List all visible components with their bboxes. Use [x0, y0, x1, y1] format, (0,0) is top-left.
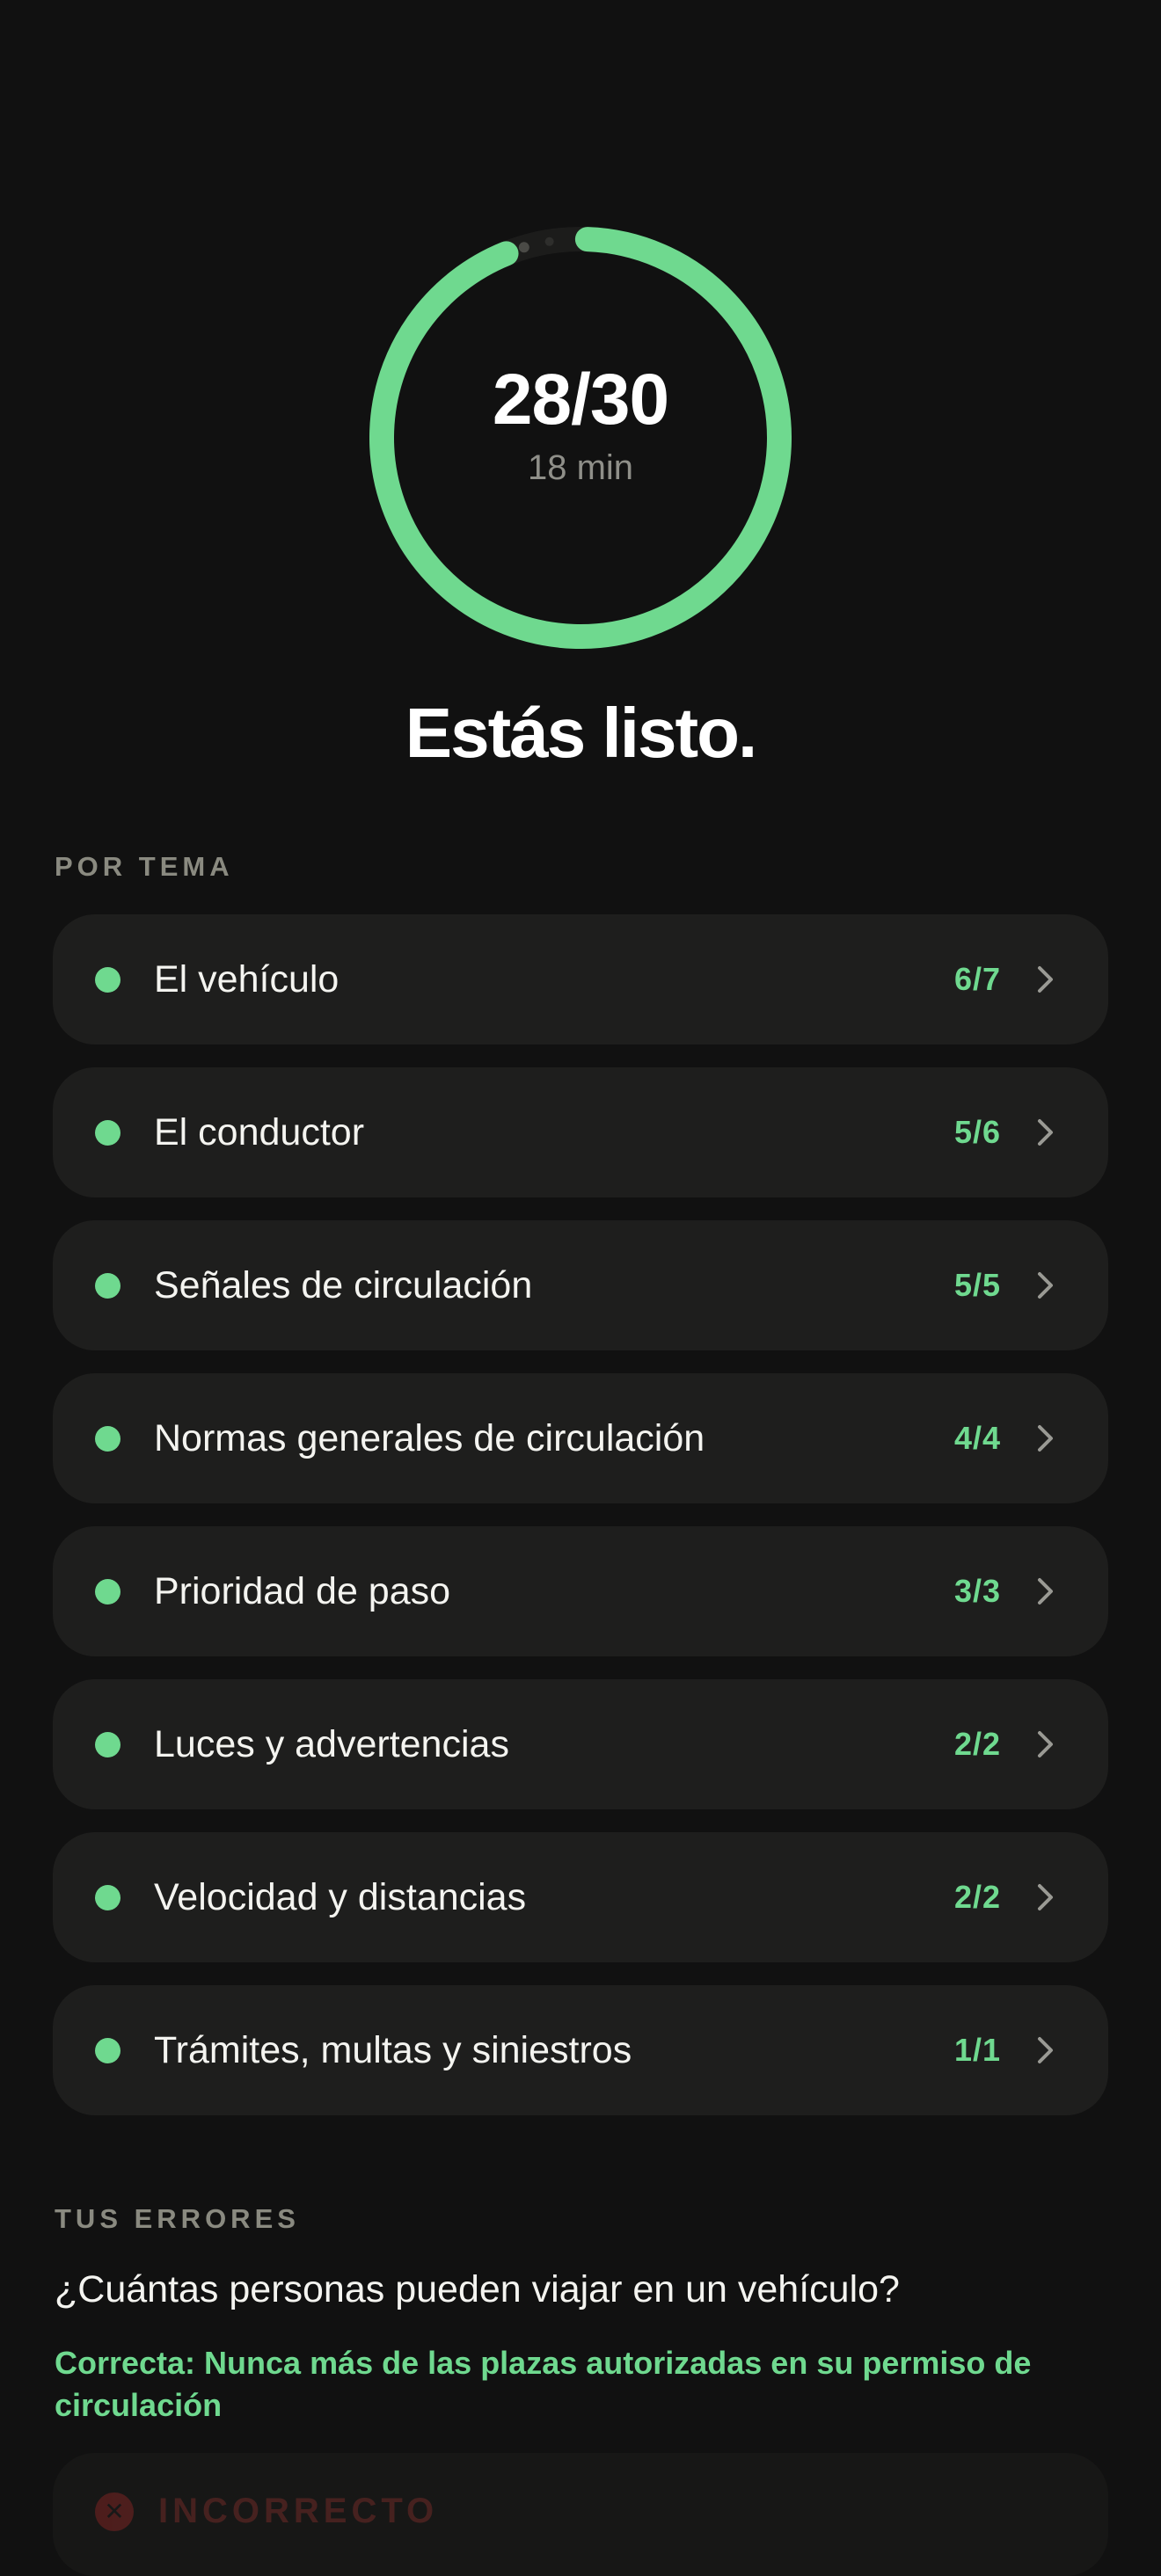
topic-status-dot — [95, 1731, 120, 1757]
topic-status-dot — [95, 1884, 120, 1910]
topic-score: 3/3 — [953, 1573, 1001, 1609]
topic-score: 5/5 — [953, 1267, 1001, 1303]
error-question: ¿Cuántas personas pueden viajar en un ve… — [55, 2268, 900, 2310]
chevron-right-icon — [1038, 1119, 1053, 1146]
chevron-right-icon — [1038, 1884, 1053, 1910]
topics-section-label: POR TEMA — [55, 851, 234, 882]
score-ring: 28/30 18 min — [369, 227, 792, 649]
topic-status-dot — [95, 1425, 120, 1452]
score-value: 28/30 — [492, 359, 669, 440]
result-headline: Estás listo. — [405, 694, 757, 772]
topic-name: El conductor — [154, 1110, 365, 1153]
topic-name: Luces y advertencias — [154, 1722, 509, 1765]
topic-status-dot — [95, 2037, 120, 2063]
topic-status-dot — [95, 1272, 120, 1299]
topic-status-dot — [95, 1119, 120, 1146]
topic-score: 2/2 — [953, 1726, 1001, 1762]
chevron-right-icon — [1038, 1578, 1053, 1605]
topic-score: 6/7 — [953, 961, 1001, 997]
topic-score: 4/4 — [953, 1420, 1001, 1456]
score-ring-center: 28/30 18 min — [369, 227, 792, 649]
topic-name: Prioridad de paso — [154, 1569, 451, 1612]
correct-answer: Correcta: Nunca más de las plazas autori… — [55, 2345, 1032, 2423]
topic-row[interactable]: Normas generales de circulación 4/4 — [53, 1373, 1108, 1503]
topic-row[interactable]: El vehículo 6/7 — [53, 914, 1108, 1044]
topic-row[interactable]: Prioridad de paso 3/3 — [53, 1526, 1108, 1656]
incorrect-answer-card[interactable]: ✕ INCORRECTO — [53, 2453, 1108, 2576]
topic-score: 1/1 — [953, 2032, 1001, 2068]
chevron-right-icon — [1038, 1731, 1053, 1757]
topic-name: Normas generales de circulación — [154, 1416, 705, 1459]
topic-row[interactable]: El conductor 5/6 — [53, 1067, 1108, 1197]
test-duration: 18 min — [527, 448, 634, 487]
errors-section-label: TUS ERRORES — [55, 2203, 300, 2234]
chevron-right-icon — [1038, 1425, 1053, 1452]
incorrect-answer-row: ✕ INCORRECTO — [95, 2492, 438, 2531]
topic-name: El vehículo — [154, 957, 340, 1001]
topic-row[interactable]: Trámites, multas y siniestros 1/1 — [53, 1985, 1108, 2115]
topic-name: Señales de circulación — [154, 1263, 533, 1306]
chevron-right-icon — [1038, 2037, 1053, 2063]
chevron-right-icon — [1038, 966, 1053, 993]
topic-row[interactable]: Señales de circulación 5/5 — [53, 1220, 1108, 1350]
topic-score: 2/2 — [953, 1879, 1001, 1915]
chevron-right-icon — [1038, 1272, 1053, 1299]
topic-status-dot — [95, 966, 120, 993]
topic-name: Trámites, multas y siniestros — [154, 2028, 632, 2071]
topic-list: El vehículo 6/7 El conductor 5/6 Señales de … — [53, 914, 1108, 2138]
error-x-icon: ✕ — [95, 2492, 134, 2531]
topic-status-dot — [95, 1578, 120, 1605]
incorrect-answer-tag: INCORRECTO — [158, 2492, 439, 2530]
topic-score: 5/6 — [953, 1114, 1001, 1150]
topic-name: Velocidad y distancias — [154, 1875, 527, 1918]
topic-row[interactable]: Luces y advertencias 2/2 — [53, 1679, 1108, 1809]
topic-row[interactable]: Velocidad y distancias 2/2 — [53, 1832, 1108, 1962]
